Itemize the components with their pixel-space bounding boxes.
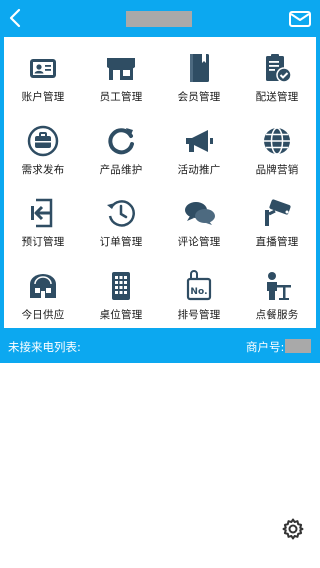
back-button[interactable] (4, 6, 28, 30)
menu-item-brand[interactable]: 品牌营销 (238, 110, 316, 183)
store-icon (107, 58, 135, 80)
book-icon (190, 54, 209, 82)
menu-item-review[interactable]: 评论管理 (160, 182, 238, 255)
menu-item-label: 预订管理 (21, 236, 65, 248)
menu-item-label: 员工管理 (99, 91, 143, 103)
menu-item-table[interactable]: 桌位管理 (82, 255, 160, 328)
camera-icon (265, 199, 291, 226)
merchant-id-redacted (285, 339, 311, 353)
ticket-no-icon: No. (186, 269, 212, 300)
globe-icon (264, 126, 290, 155)
id-card-icon (30, 59, 56, 78)
menu-item-supply[interactable]: 今日供应 (4, 255, 82, 328)
menu-panel: 账户管理 员工管理 会员管理 配送管理 需求发布 产品维护 活动推广 品牌营销 … (4, 37, 316, 328)
settings-button[interactable] (281, 517, 305, 541)
door-enter-icon (31, 198, 53, 228)
history-icon (107, 200, 135, 227)
chat-bubbles-icon (185, 202, 215, 225)
menu-item-order[interactable]: 订单管理 (82, 182, 160, 255)
menu-item-label: 会员管理 (177, 91, 221, 103)
menu-item-label: 订单管理 (99, 236, 143, 248)
menu-item-booking[interactable]: 预订管理 (4, 182, 82, 255)
phone-grid-icon (112, 271, 130, 300)
menu-item-delivery[interactable]: 配送管理 (238, 37, 316, 110)
menu-item-label: 活动推广 (177, 163, 221, 176)
menu-item-label: 排号管理 (177, 308, 221, 321)
missed-calls-label: 未接来电列表: (8, 340, 81, 354)
menu-item-label: 账户管理 (21, 91, 65, 103)
menu-item-label: 桌位管理 (99, 308, 143, 321)
menu-item-label: 产品维护 (99, 163, 143, 176)
menu-item-member[interactable]: 会员管理 (160, 37, 238, 110)
info-strip: 未接来电列表: 商户号: (0, 330, 320, 363)
mail-icon[interactable] (288, 8, 312, 30)
waiter-icon (267, 271, 291, 300)
menu-grid: 账户管理 员工管理 会员管理 配送管理 需求发布 产品维护 活动推广 品牌营销 … (4, 37, 316, 328)
top-bar (0, 0, 320, 37)
menu-item-promo[interactable]: 活动推广 (160, 110, 238, 183)
menu-item-demand[interactable]: 需求发布 (4, 110, 82, 183)
clipboard-check-icon (266, 54, 292, 83)
menu-item-label: 品牌营销 (255, 163, 299, 176)
briefcase-icon (27, 125, 59, 156)
merchant-id-label: 商户号: (246, 340, 285, 354)
menu-item-queue[interactable]: No. 排号管理 (160, 255, 238, 328)
svg-text:No.: No. (190, 287, 207, 297)
menu-item-staff[interactable]: 员工管理 (82, 37, 160, 110)
menu-item-label: 直播管理 (255, 236, 299, 248)
menu-item-label: 评论管理 (177, 236, 221, 248)
menu-item-dining[interactable]: 点餐服务 (238, 255, 316, 328)
menu-item-account[interactable]: 账户管理 (4, 37, 82, 110)
greenhouse-icon (30, 273, 56, 298)
page-title-redacted (126, 11, 192, 27)
menu-item-label: 配送管理 (255, 91, 299, 103)
megaphone-icon (186, 129, 213, 152)
menu-item-product[interactable]: 产品维护 (82, 110, 160, 183)
menu-item-label: 需求发布 (21, 163, 65, 176)
menu-item-label: 点餐服务 (255, 308, 299, 321)
menu-item-live[interactable]: 直播管理 (238, 182, 316, 255)
menu-frame: 账户管理 员工管理 会员管理 配送管理 需求发布 产品维护 活动推广 品牌营销 … (0, 37, 320, 330)
refresh-icon (108, 127, 134, 154)
menu-item-label: 今日供应 (21, 308, 65, 321)
